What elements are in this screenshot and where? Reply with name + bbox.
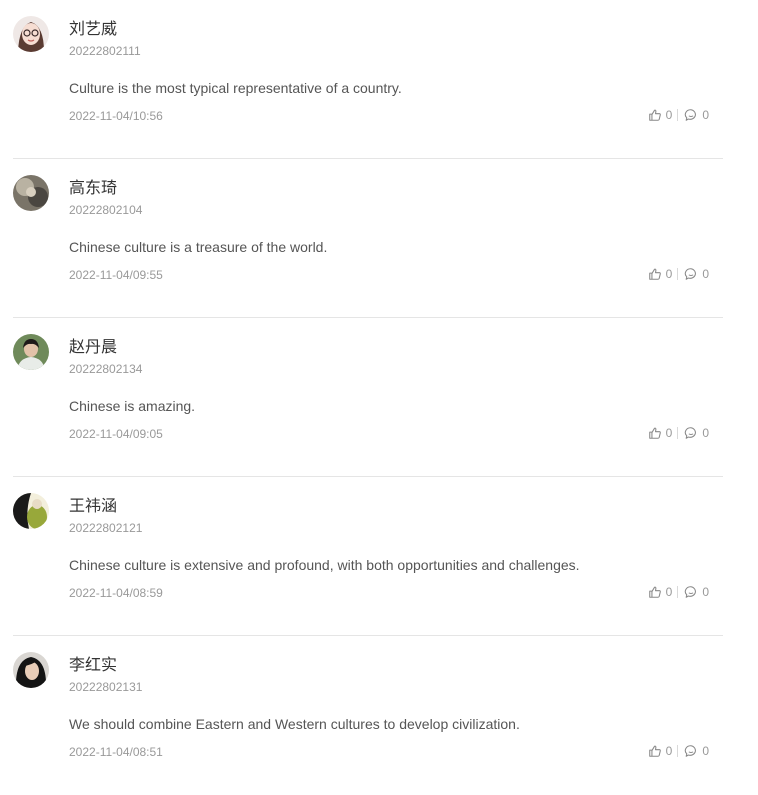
like-button[interactable]: 0 <box>648 267 673 281</box>
student-id: 20222802134 <box>69 362 143 376</box>
like-count: 0 <box>665 585 673 599</box>
comment-text: Culture is the most typical representati… <box>69 80 402 96</box>
user-name[interactable]: 王祎涵 <box>69 496 117 516</box>
comment-actions: 0 0 <box>648 266 709 282</box>
avatar[interactable] <box>13 493 49 529</box>
like-button[interactable]: 0 <box>648 108 673 122</box>
comment-text: Chinese culture is a treasure of the wor… <box>69 239 328 255</box>
student-id: 20222802121 <box>69 521 143 535</box>
divider <box>677 586 679 598</box>
avatar[interactable] <box>13 652 49 688</box>
comment-actions: 0 0 <box>648 425 709 441</box>
comment-time: 2022-11-04/08:59 <box>69 586 163 600</box>
student-id: 20222802111 <box>69 44 141 58</box>
user-name[interactable]: 高东琦 <box>69 178 117 198</box>
comment-actions: 0 0 <box>648 107 709 123</box>
avatar[interactable] <box>13 175 49 211</box>
comment-actions: 0 0 <box>648 743 709 759</box>
reply-count: 0 <box>702 585 709 599</box>
user-name[interactable]: 李红实 <box>69 655 117 675</box>
comment-actions: 0 0 <box>648 584 709 600</box>
avatar[interactable] <box>13 334 49 370</box>
comment-time: 2022-11-04/09:05 <box>69 427 163 441</box>
divider <box>677 745 679 757</box>
reply-button[interactable]: 0 <box>684 744 709 758</box>
comment-item: 刘艺威 20222802111 Culture is the most typi… <box>13 0 723 159</box>
like-count: 0 <box>665 108 673 122</box>
comment-item: 李红实 20222802131 We should combine Easter… <box>13 636 723 795</box>
comment-item: 高东琦 20222802104 Chinese culture is a tre… <box>13 159 723 318</box>
comment-time: 2022-11-04/08:51 <box>69 745 163 759</box>
comment-bubble-icon <box>685 745 697 757</box>
like-button[interactable]: 0 <box>648 426 673 440</box>
comment-time: 2022-11-04/09:55 <box>69 268 163 282</box>
like-count: 0 <box>665 744 673 758</box>
thumbs-up-icon <box>648 586 661 598</box>
comment-bubble-icon <box>685 268 697 280</box>
reply-count: 0 <box>702 108 709 122</box>
divider <box>677 427 679 439</box>
comment-bubble-icon <box>685 427 697 439</box>
divider <box>677 109 679 121</box>
like-count: 0 <box>665 426 673 440</box>
reply-button[interactable]: 0 <box>684 426 709 440</box>
reply-count: 0 <box>702 744 709 758</box>
divider <box>677 268 679 280</box>
comment-text: Chinese culture is extensive and profoun… <box>69 557 580 573</box>
user-name[interactable]: 刘艺威 <box>69 19 117 39</box>
reply-count: 0 <box>702 426 709 440</box>
student-id: 20222802131 <box>69 680 143 694</box>
thumbs-up-icon <box>648 268 661 280</box>
comment-item: 赵丹晨 20222802134 Chinese is amazing. 2022… <box>13 318 723 477</box>
thumbs-up-icon <box>648 427 661 439</box>
reply-button[interactable]: 0 <box>684 108 709 122</box>
user-name[interactable]: 赵丹晨 <box>69 337 117 357</box>
comment-bubble-icon <box>685 586 697 598</box>
avatar[interactable] <box>13 16 49 52</box>
like-count: 0 <box>665 267 673 281</box>
like-button[interactable]: 0 <box>648 585 673 599</box>
comment-text: Chinese is amazing. <box>69 398 196 414</box>
comment-bubble-icon <box>685 109 697 121</box>
reply-button[interactable]: 0 <box>684 267 709 281</box>
comment-item: 王祎涵 20222802121 Chinese culture is exten… <box>13 477 723 636</box>
thumbs-up-icon <box>648 109 661 121</box>
reply-count: 0 <box>702 267 709 281</box>
thumbs-up-icon <box>648 745 661 757</box>
like-button[interactable]: 0 <box>648 744 673 758</box>
comment-time: 2022-11-04/10:56 <box>69 109 163 123</box>
reply-button[interactable]: 0 <box>684 585 709 599</box>
student-id: 20222802104 <box>69 203 143 217</box>
comment-text: We should combine Eastern and Western cu… <box>69 716 520 732</box>
